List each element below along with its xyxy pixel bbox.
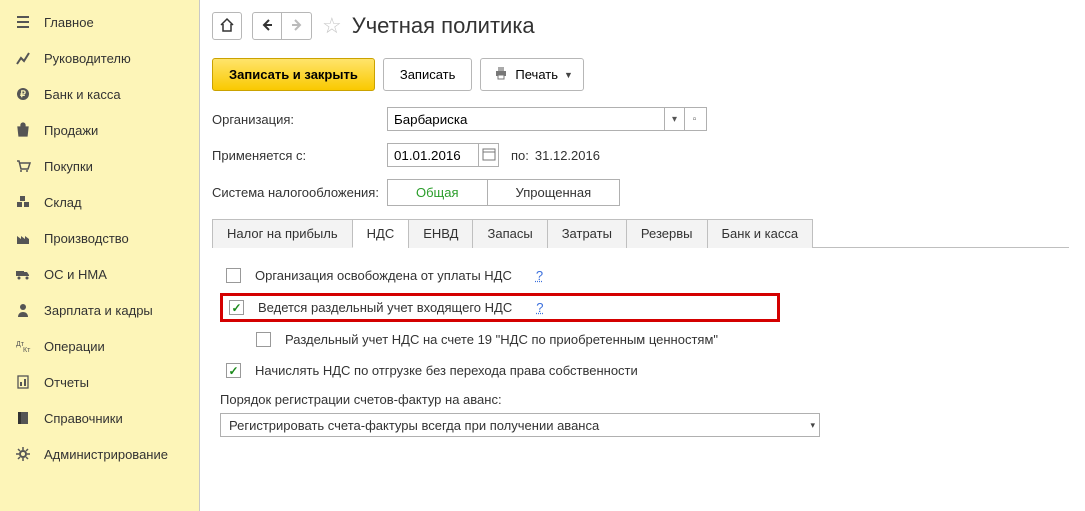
forward-button[interactable] xyxy=(282,12,312,40)
invoice-order-label: Порядок регистрации счетов-фактур на ава… xyxy=(220,392,1061,407)
sidebar-item-label: Склад xyxy=(44,195,82,210)
tax-general-button[interactable]: Общая xyxy=(387,179,487,206)
truck-icon xyxy=(14,266,32,282)
tab-reserves[interactable]: Резервы xyxy=(626,219,708,248)
calendar-button[interactable] xyxy=(478,144,498,166)
sidebar-item-label: Администрирование xyxy=(44,447,168,462)
date-from-input[interactable] xyxy=(388,144,478,166)
sidebar-item-hr[interactable]: Зарплата и кадры xyxy=(0,292,199,328)
invoice-order-value: Регистрировать счета-фактуры всегда при … xyxy=(229,418,599,433)
chevron-down-icon: ▼ xyxy=(564,70,573,80)
svg-text:Кт: Кт xyxy=(23,347,31,354)
main-content: ☆ Учетная политика Записать и закрыть За… xyxy=(200,0,1085,511)
tax-sys-label: Система налогообложения: xyxy=(212,185,387,200)
tab-costs[interactable]: Затраты xyxy=(547,219,627,248)
sidebar: Главное Руководителю ₽ Банк и касса Прод… xyxy=(0,0,200,511)
ruble-icon: ₽ xyxy=(14,86,32,102)
dropdown-button[interactable]: ▾ xyxy=(664,108,684,130)
sidebar-item-label: Руководителю xyxy=(44,51,131,66)
gear-icon xyxy=(14,446,32,462)
svg-text:₽: ₽ xyxy=(20,89,26,99)
sidebar-item-label: Зарплата и кадры xyxy=(44,303,153,318)
tab-envd[interactable]: ЕНВД xyxy=(408,219,473,248)
arrow-left-icon xyxy=(259,17,275,36)
chevron-down-icon: ▾ xyxy=(810,420,815,431)
help-link[interactable]: ? xyxy=(536,300,543,315)
sidebar-item-bank[interactable]: ₽ Банк и касса xyxy=(0,76,199,112)
person-icon xyxy=(14,302,32,318)
sidebar-item-purchases[interactable]: Покупки xyxy=(0,148,199,184)
checkbox-separate-label: Ведется раздельный учет входящего НДС xyxy=(258,300,512,315)
tab-nds[interactable]: НДС xyxy=(352,219,410,248)
back-button[interactable] xyxy=(252,12,282,40)
checkbox-sep-account[interactable] xyxy=(256,332,271,347)
menu-icon xyxy=(14,14,32,30)
checkbox-charge-ship-label: Начислять НДС по отгрузке без перехода п… xyxy=(255,363,638,378)
factory-icon xyxy=(14,230,32,246)
sidebar-item-assets[interactable]: ОС и НМА xyxy=(0,256,199,292)
arrow-right-icon xyxy=(289,17,305,36)
sidebar-item-admin[interactable]: Администрирование xyxy=(0,436,199,472)
tab-profit-tax[interactable]: Налог на прибыль xyxy=(212,219,353,248)
cart-icon xyxy=(14,158,32,174)
sidebar-item-operations[interactable]: ДтКт Операции xyxy=(0,328,199,364)
org-input[interactable] xyxy=(388,108,664,130)
highlighted-row: Ведется раздельный учет входящего НДС ? xyxy=(220,293,780,322)
tab-body-nds: Организация освобождена от уплаты НДС ? … xyxy=(212,248,1069,451)
sidebar-item-label: Справочники xyxy=(44,411,123,426)
calendar-icon xyxy=(481,146,497,165)
report-icon xyxy=(14,374,32,390)
printer-icon xyxy=(493,65,509,84)
print-button[interactable]: Печать ▼ xyxy=(480,58,584,91)
sidebar-item-label: Главное xyxy=(44,15,94,30)
home-button[interactable] xyxy=(212,12,242,40)
boxes-icon xyxy=(14,194,32,210)
sidebar-item-label: Банк и касса xyxy=(44,87,121,102)
sidebar-item-main[interactable]: Главное xyxy=(0,4,199,40)
checkbox-exempt[interactable] xyxy=(226,268,241,283)
book-icon xyxy=(14,410,32,426)
save-close-button[interactable]: Записать и закрыть xyxy=(212,58,375,91)
sidebar-item-director[interactable]: Руководителю xyxy=(0,40,199,76)
page-title: Учетная политика xyxy=(352,13,535,39)
sidebar-item-catalogs[interactable]: Справочники xyxy=(0,400,199,436)
help-link[interactable]: ? xyxy=(536,268,543,283)
ops-icon: ДтКт xyxy=(14,338,32,354)
tabs: Налог на прибыль НДС ЕНВД Запасы Затраты… xyxy=(212,218,1069,248)
tax-simplified-button[interactable]: Упрощенная xyxy=(487,179,621,206)
sidebar-item-sales[interactable]: Продажи xyxy=(0,112,199,148)
save-button[interactable]: Записать xyxy=(383,58,473,91)
sidebar-item-label: Продажи xyxy=(44,123,98,138)
sidebar-item-warehouse[interactable]: Склад xyxy=(0,184,199,220)
bag-icon xyxy=(14,122,32,138)
checkbox-sep-account-label: Раздельный учет НДС на счете 19 "НДС по … xyxy=(285,332,718,347)
date-to-value: 31.12.2016 xyxy=(535,148,600,163)
open-button[interactable]: ▫ xyxy=(684,108,704,130)
sidebar-item-production[interactable]: Производство xyxy=(0,220,199,256)
chart-icon xyxy=(14,50,32,66)
sidebar-item-label: Операции xyxy=(44,339,105,354)
sidebar-item-label: Отчеты xyxy=(44,375,89,390)
checkbox-exempt-label: Организация освобождена от уплаты НДС xyxy=(255,268,512,283)
sidebar-item-label: Покупки xyxy=(44,159,93,174)
date-from-combo[interactable] xyxy=(387,143,499,167)
sidebar-item-label: Производство xyxy=(44,231,129,246)
applies-label: Применяется с: xyxy=(212,148,387,163)
print-label: Печать xyxy=(515,67,558,82)
tab-bank-cash[interactable]: Банк и касса xyxy=(707,219,814,248)
checkbox-charge-ship[interactable] xyxy=(226,363,241,378)
checkbox-separate[interactable] xyxy=(229,300,244,315)
org-combo[interactable]: ▾ ▫ xyxy=(387,107,707,131)
favorite-star-icon[interactable]: ☆ xyxy=(322,13,342,39)
sidebar-item-label: ОС и НМА xyxy=(44,267,107,282)
invoice-order-select[interactable]: Регистрировать счета-фактуры всегда при … xyxy=(220,413,820,437)
org-label: Организация: xyxy=(212,112,387,127)
to-label: по: xyxy=(511,148,529,163)
home-icon xyxy=(219,17,235,36)
tab-stock[interactable]: Запасы xyxy=(472,219,547,248)
sidebar-item-reports[interactable]: Отчеты xyxy=(0,364,199,400)
